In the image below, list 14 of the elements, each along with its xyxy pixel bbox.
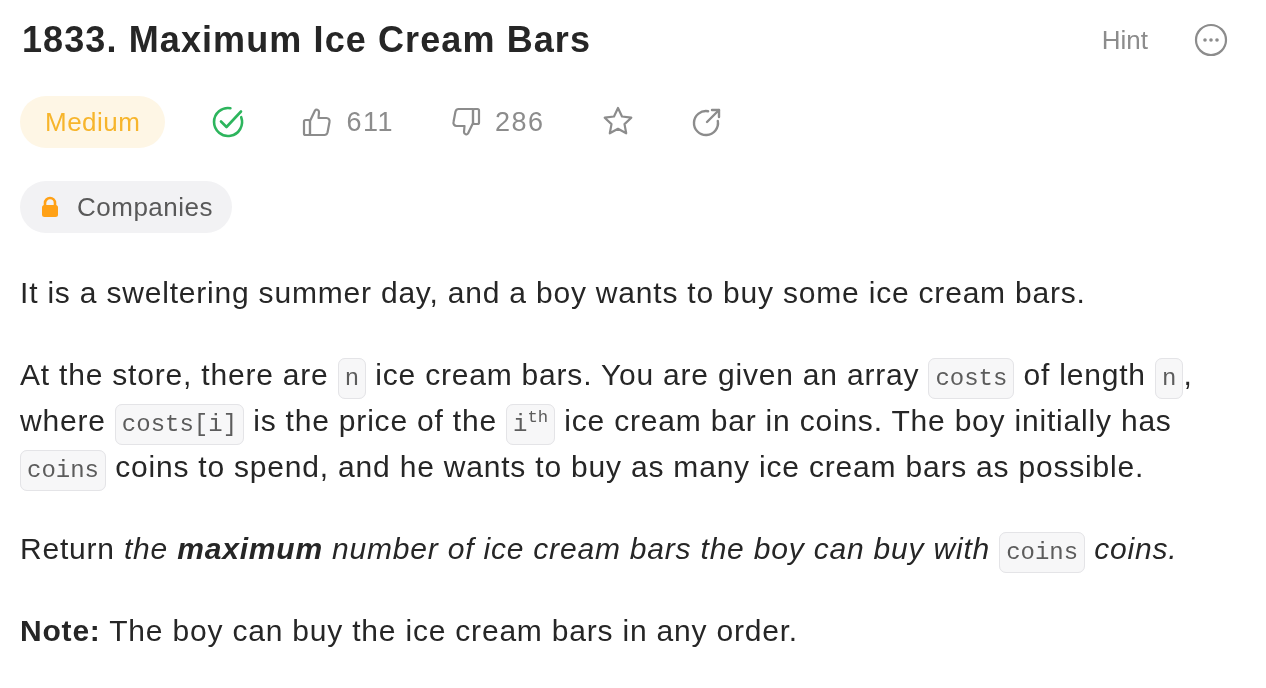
- more-options-icon[interactable]: [1194, 23, 1228, 57]
- share-icon[interactable]: [690, 106, 723, 138]
- problem-title: 1833. Maximum Ice Cream Bars: [22, 19, 592, 61]
- dislike-button[interactable]: 286: [450, 106, 545, 138]
- like-button[interactable]: 611: [301, 106, 395, 138]
- thumbs-up-icon: [301, 106, 334, 138]
- companies-tag[interactable]: Companies: [20, 181, 232, 233]
- difficulty-badge: Medium: [20, 96, 166, 148]
- description-paragraph: At the store, there are n ice cream bars. You are given an array costs of length n , where costs[i] is the price of the i$^{th}$ ice cream bar in coins. The boy initially has coins coins to spend, and he wants to buy as many ice cream bars as possible.: [20, 352, 1246, 490]
- thumbs-down-icon: [450, 106, 483, 138]
- description-paragraph: It is a sweltering summer day, and a boy wants to buy some ice cream bars.: [20, 275, 1087, 311]
- description-paragraph: Note: The boy can buy the ice cream bars in any order.: [20, 613, 799, 649]
- hint-button[interactable]: Hint: [1101, 24, 1148, 56]
- description-paragraph: Return the maximum number of ice cream bars the boy can buy with coins coins.: [20, 526, 1246, 572]
